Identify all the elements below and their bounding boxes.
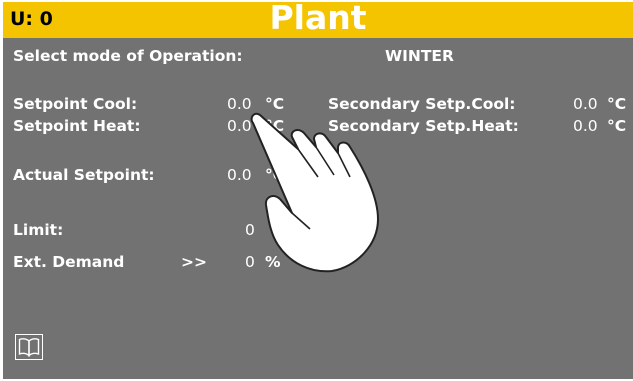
secondary-cool-unit: °C bbox=[607, 95, 627, 113]
setpoint-heat-label: Setpoint Heat: bbox=[13, 117, 141, 135]
mode-value[interactable]: WINTER bbox=[385, 47, 454, 65]
secondary-heat-value[interactable]: 0.0 bbox=[573, 117, 598, 135]
hand-pointer-icon bbox=[238, 107, 408, 281]
page-title: Plant bbox=[269, 2, 367, 37]
ext-demand-label: Ext. Demand bbox=[13, 253, 125, 271]
book-icon[interactable] bbox=[15, 334, 43, 360]
header-bar: U: 0 Plant bbox=[3, 2, 633, 38]
actual-setpoint-label: Actual Setpoint: bbox=[13, 166, 155, 184]
setpoint-cool-label: Setpoint Cool: bbox=[13, 95, 138, 113]
secondary-cool-value[interactable]: 0.0 bbox=[573, 95, 598, 113]
secondary-heat-unit: °C bbox=[607, 117, 627, 135]
ext-demand-arrow[interactable]: >> bbox=[181, 253, 207, 271]
mode-label: Select mode of Operation: bbox=[13, 47, 243, 65]
plant-screen: U: 0 Plant Select mode of Operation: WIN… bbox=[3, 2, 633, 379]
limit-label: Limit: bbox=[13, 221, 64, 239]
